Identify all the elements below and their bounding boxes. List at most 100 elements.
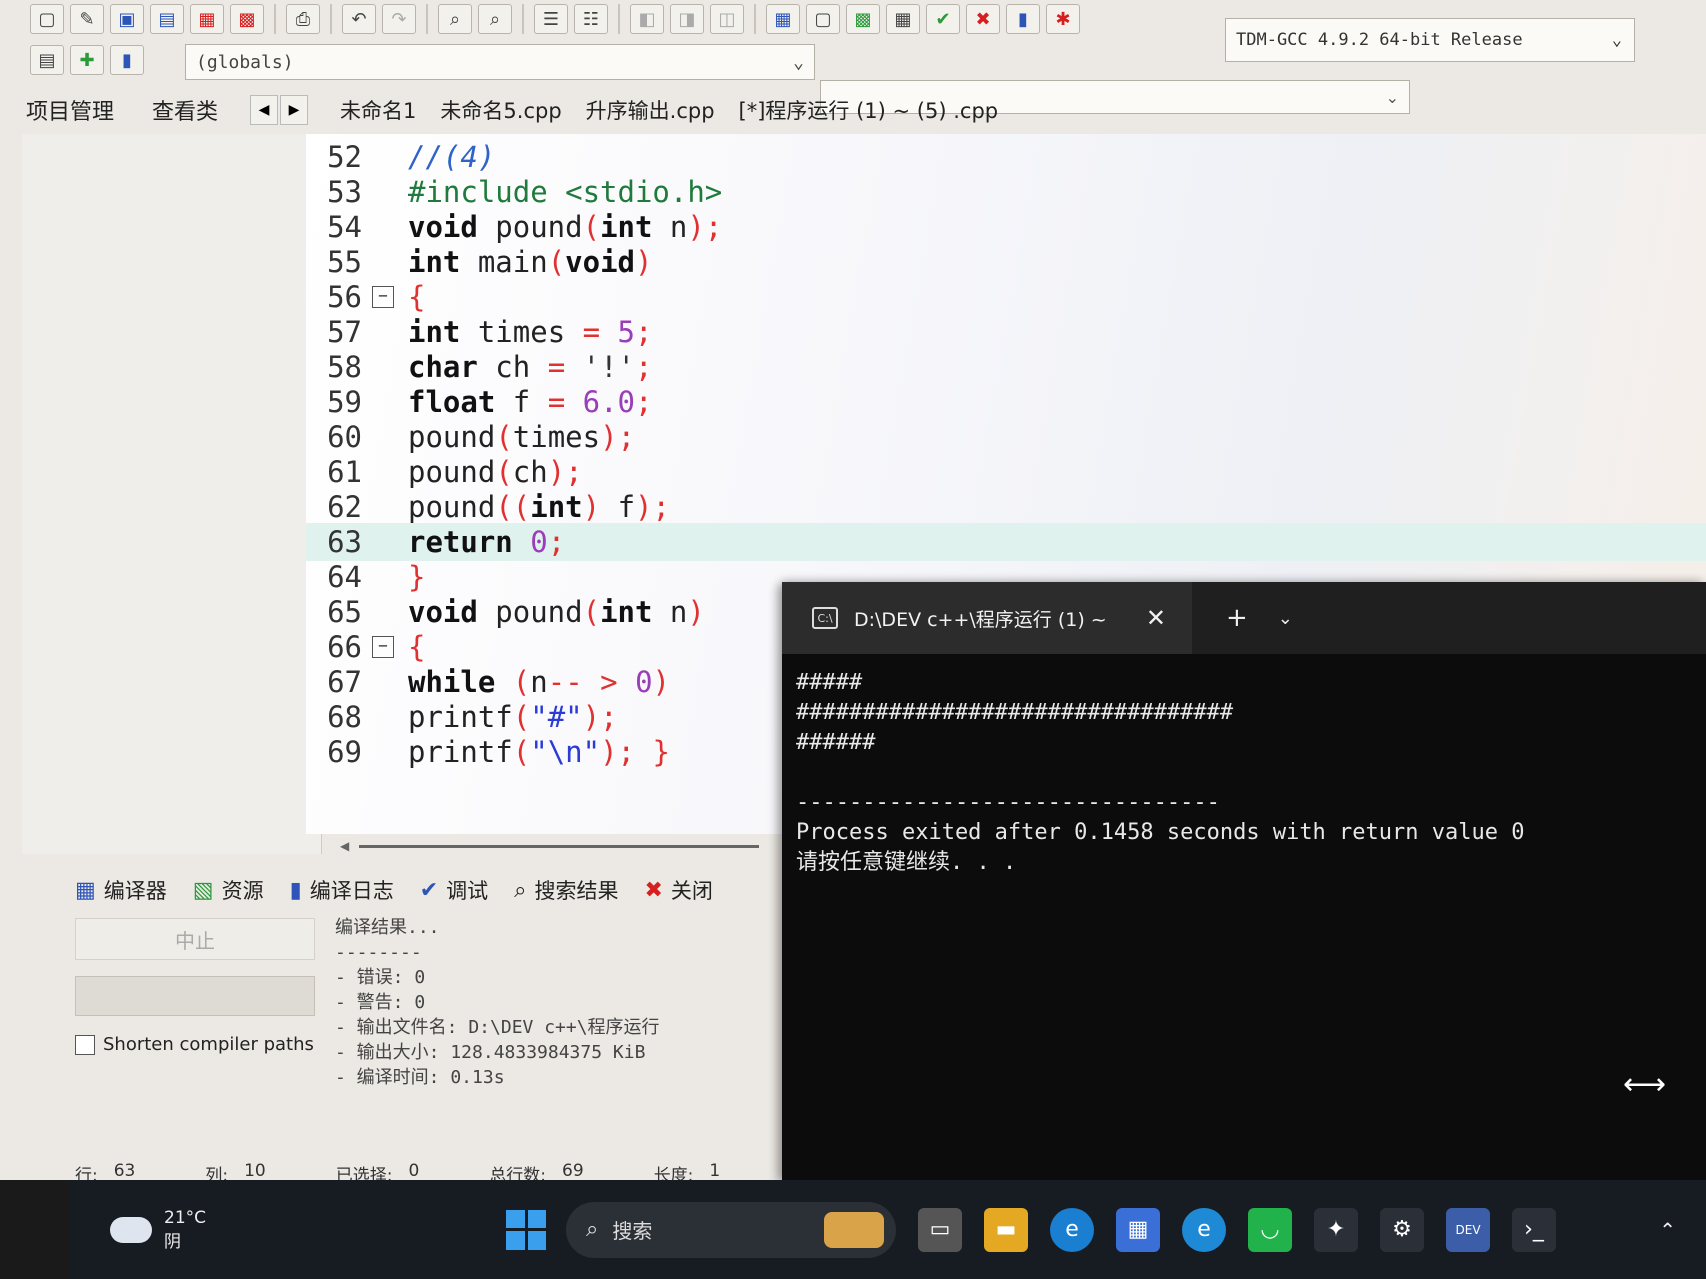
code-line[interactable]: 61 pound(ch); — [306, 453, 1706, 491]
save-all-icon[interactable]: ▤ — [150, 4, 184, 34]
tab-debug[interactable]: ✔ 调试 — [410, 875, 498, 905]
status-length: 长度: 1 — [654, 1161, 721, 1181]
replace-icon[interactable]: ⌕ — [478, 4, 512, 34]
code-line[interactable]: 58 char ch = '!'; — [306, 348, 1706, 386]
fold-toggle-icon[interactable]: − — [372, 286, 394, 308]
scope-select[interactable]: (globals) ⌄ — [185, 44, 815, 80]
fold-toggle-icon[interactable]: − — [372, 636, 394, 658]
save-icon[interactable]: ▣ — [110, 4, 144, 34]
unindent-icon[interactable]: ☷ — [574, 4, 608, 34]
tab-search-results[interactable]: ⌕ 搜索结果 — [504, 875, 628, 905]
rebuild-icon[interactable]: ▦ — [886, 4, 920, 34]
code-line[interactable]: 53 #include <stdio.h> — [306, 173, 1706, 211]
syntax-check-icon[interactable]: ✔ — [926, 4, 960, 34]
status-row-value: 63 — [113, 1160, 136, 1181]
tab-scroll-left-icon[interactable]: ◀ — [250, 95, 279, 125]
status-total-label: 总行数: — [489, 1165, 547, 1181]
scroll-left-icon[interactable]: ◀ — [340, 839, 349, 853]
console-tab[interactable]: C:\ D:\DEV c++\程序运行 (1) ~ ✕ — [782, 582, 1192, 654]
status-total-value: 69 — [562, 1160, 584, 1181]
close-all-icon[interactable]: ▩ — [230, 4, 264, 34]
code-text: void pound(int n) — [408, 595, 705, 629]
bookmark-prev-icon[interactable]: ◧ — [630, 4, 664, 34]
code-text: float f = 6.0; — [408, 385, 653, 419]
print-icon[interactable]: ⎙ — [286, 4, 320, 34]
stop-icon[interactable]: ✖ — [966, 4, 1000, 34]
code-line[interactable]: 57 int times = 5; — [306, 313, 1706, 351]
open-file-icon[interactable]: ✎ — [70, 4, 104, 34]
task-view-icon[interactable]: ▭ — [918, 1207, 963, 1252]
shorten-paths-checkbox[interactable] — [75, 1034, 95, 1055]
editor-hscrollbar[interactable]: ◀ — [340, 836, 780, 856]
code-line[interactable]: 63 return 0; — [306, 523, 1706, 561]
line-number: 58 — [327, 350, 362, 384]
file-explorer-icon[interactable]: ▬ — [984, 1207, 1029, 1252]
store-icon[interactable]: ▦ — [1116, 1207, 1161, 1252]
tab-project-manager[interactable]: 项目管理 — [14, 94, 126, 126]
tab-close[interactable]: ✖ 关闭 — [634, 875, 722, 905]
undo-icon[interactable]: ↶ — [342, 4, 376, 34]
tab-compiler[interactable]: ▦ 编译器 — [65, 875, 177, 905]
project-add-icon[interactable]: ✚ — [70, 45, 104, 75]
compile-log: 编译结果... -------- - 错误: 0 - 警告: 0 - 输出文件名: D:… — [335, 915, 785, 1155]
code-line[interactable]: 54 void pound(int n); — [306, 208, 1706, 246]
new-tab-icon[interactable]: + — [1226, 603, 1248, 633]
debug-icon[interactable]: ✱ — [1046, 4, 1080, 34]
indent-icon[interactable]: ☰ — [534, 4, 568, 34]
toolbar-divider — [522, 4, 524, 34]
compile-icon[interactable]: ▦ — [766, 4, 800, 34]
run-icon[interactable]: ▢ — [806, 4, 840, 34]
terminal-icon[interactable]: ›_ — [1512, 1207, 1557, 1252]
tab-scroll-right-icon[interactable]: ▶ — [280, 95, 309, 125]
tab-compile-log[interactable]: ▮ 编译日志 — [280, 875, 404, 905]
scrollbar-thumb[interactable] — [359, 844, 760, 848]
shorten-paths-option[interactable]: Shorten compiler paths — [75, 1034, 320, 1055]
windows-start-icon[interactable] — [506, 1209, 547, 1250]
stop-button[interactable]: 中止 — [75, 918, 315, 960]
tab-resources[interactable]: ▧ 资源 — [183, 875, 274, 905]
chevron-up-icon[interactable]: ⌃ — [1659, 1218, 1676, 1242]
project-remove-icon[interactable]: ▮ — [110, 45, 144, 75]
code-line[interactable]: 52 //(4) — [306, 138, 1706, 176]
code-line[interactable]: 59 float f = 6.0; — [306, 383, 1706, 421]
resize-icon: ⟷ — [1622, 1067, 1666, 1102]
chevron-down-icon[interactable]: ⌄ — [1278, 608, 1293, 629]
wechat-work-icon[interactable]: ◡ — [1248, 1207, 1293, 1252]
devcpp-icon[interactable]: DEV — [1446, 1207, 1491, 1252]
project-panel[interactable] — [22, 134, 322, 854]
tab-class-browser[interactable]: 查看类 — [140, 94, 230, 126]
chart-icon[interactable]: ▮ — [1006, 4, 1040, 34]
bookmark-icon[interactable]: ◫ — [710, 4, 744, 34]
code-text: char ch = '!'; — [408, 350, 653, 384]
file-tab-active[interactable]: [*]程序运行 (1) ~ (5) .cpp — [727, 86, 1011, 134]
project-new-icon[interactable]: ▤ — [30, 45, 64, 75]
new-file-icon[interactable]: ▢ — [30, 4, 64, 34]
redo-icon[interactable]: ↷ — [382, 4, 416, 34]
edge-icon[interactable]: e — [1050, 1207, 1095, 1252]
close-file-icon[interactable]: ▦ — [190, 4, 224, 34]
tab-nav-arrows: ◀ ▶ — [250, 95, 309, 125]
ie-icon[interactable]: e — [1182, 1207, 1227, 1252]
bookmark-next-icon[interactable]: ◨ — [670, 4, 704, 34]
code-line[interactable]: 56−{ — [306, 278, 1706, 316]
cloud-icon — [110, 1216, 152, 1243]
check-icon: ✔ — [419, 877, 439, 903]
console-output[interactable]: ##### ################################# … — [782, 654, 1706, 892]
compiler-controls: 中止 Shorten compiler paths — [75, 918, 320, 1158]
file-tab[interactable]: 未命名5.cpp — [428, 86, 573, 134]
code-line[interactable]: 62 pound((int) f); — [306, 488, 1706, 526]
status-selected: 已选择: 0 — [336, 1161, 420, 1181]
find-icon[interactable]: ⌕ — [438, 4, 472, 34]
code-line[interactable]: 55 int main(void) — [306, 243, 1706, 281]
file-tab[interactable]: 未命名1 — [328, 86, 428, 134]
file-tab[interactable]: 升序输出.cpp — [574, 86, 727, 134]
settings-icon[interactable]: ⚙ — [1380, 1207, 1425, 1252]
compile-run-icon[interactable]: ▩ — [846, 4, 880, 34]
code-text: void pound(int n); — [408, 210, 723, 244]
app-icon[interactable]: ✦ — [1314, 1207, 1359, 1252]
line-number: 68 — [327, 700, 362, 734]
code-line[interactable]: 60 pound(times); — [306, 418, 1706, 456]
taskbar-search[interactable]: ⌕ 搜索 — [566, 1201, 897, 1258]
close-icon[interactable]: ✕ — [1146, 604, 1166, 632]
weather-widget[interactable]: 21°C 阴 — [110, 1206, 206, 1254]
